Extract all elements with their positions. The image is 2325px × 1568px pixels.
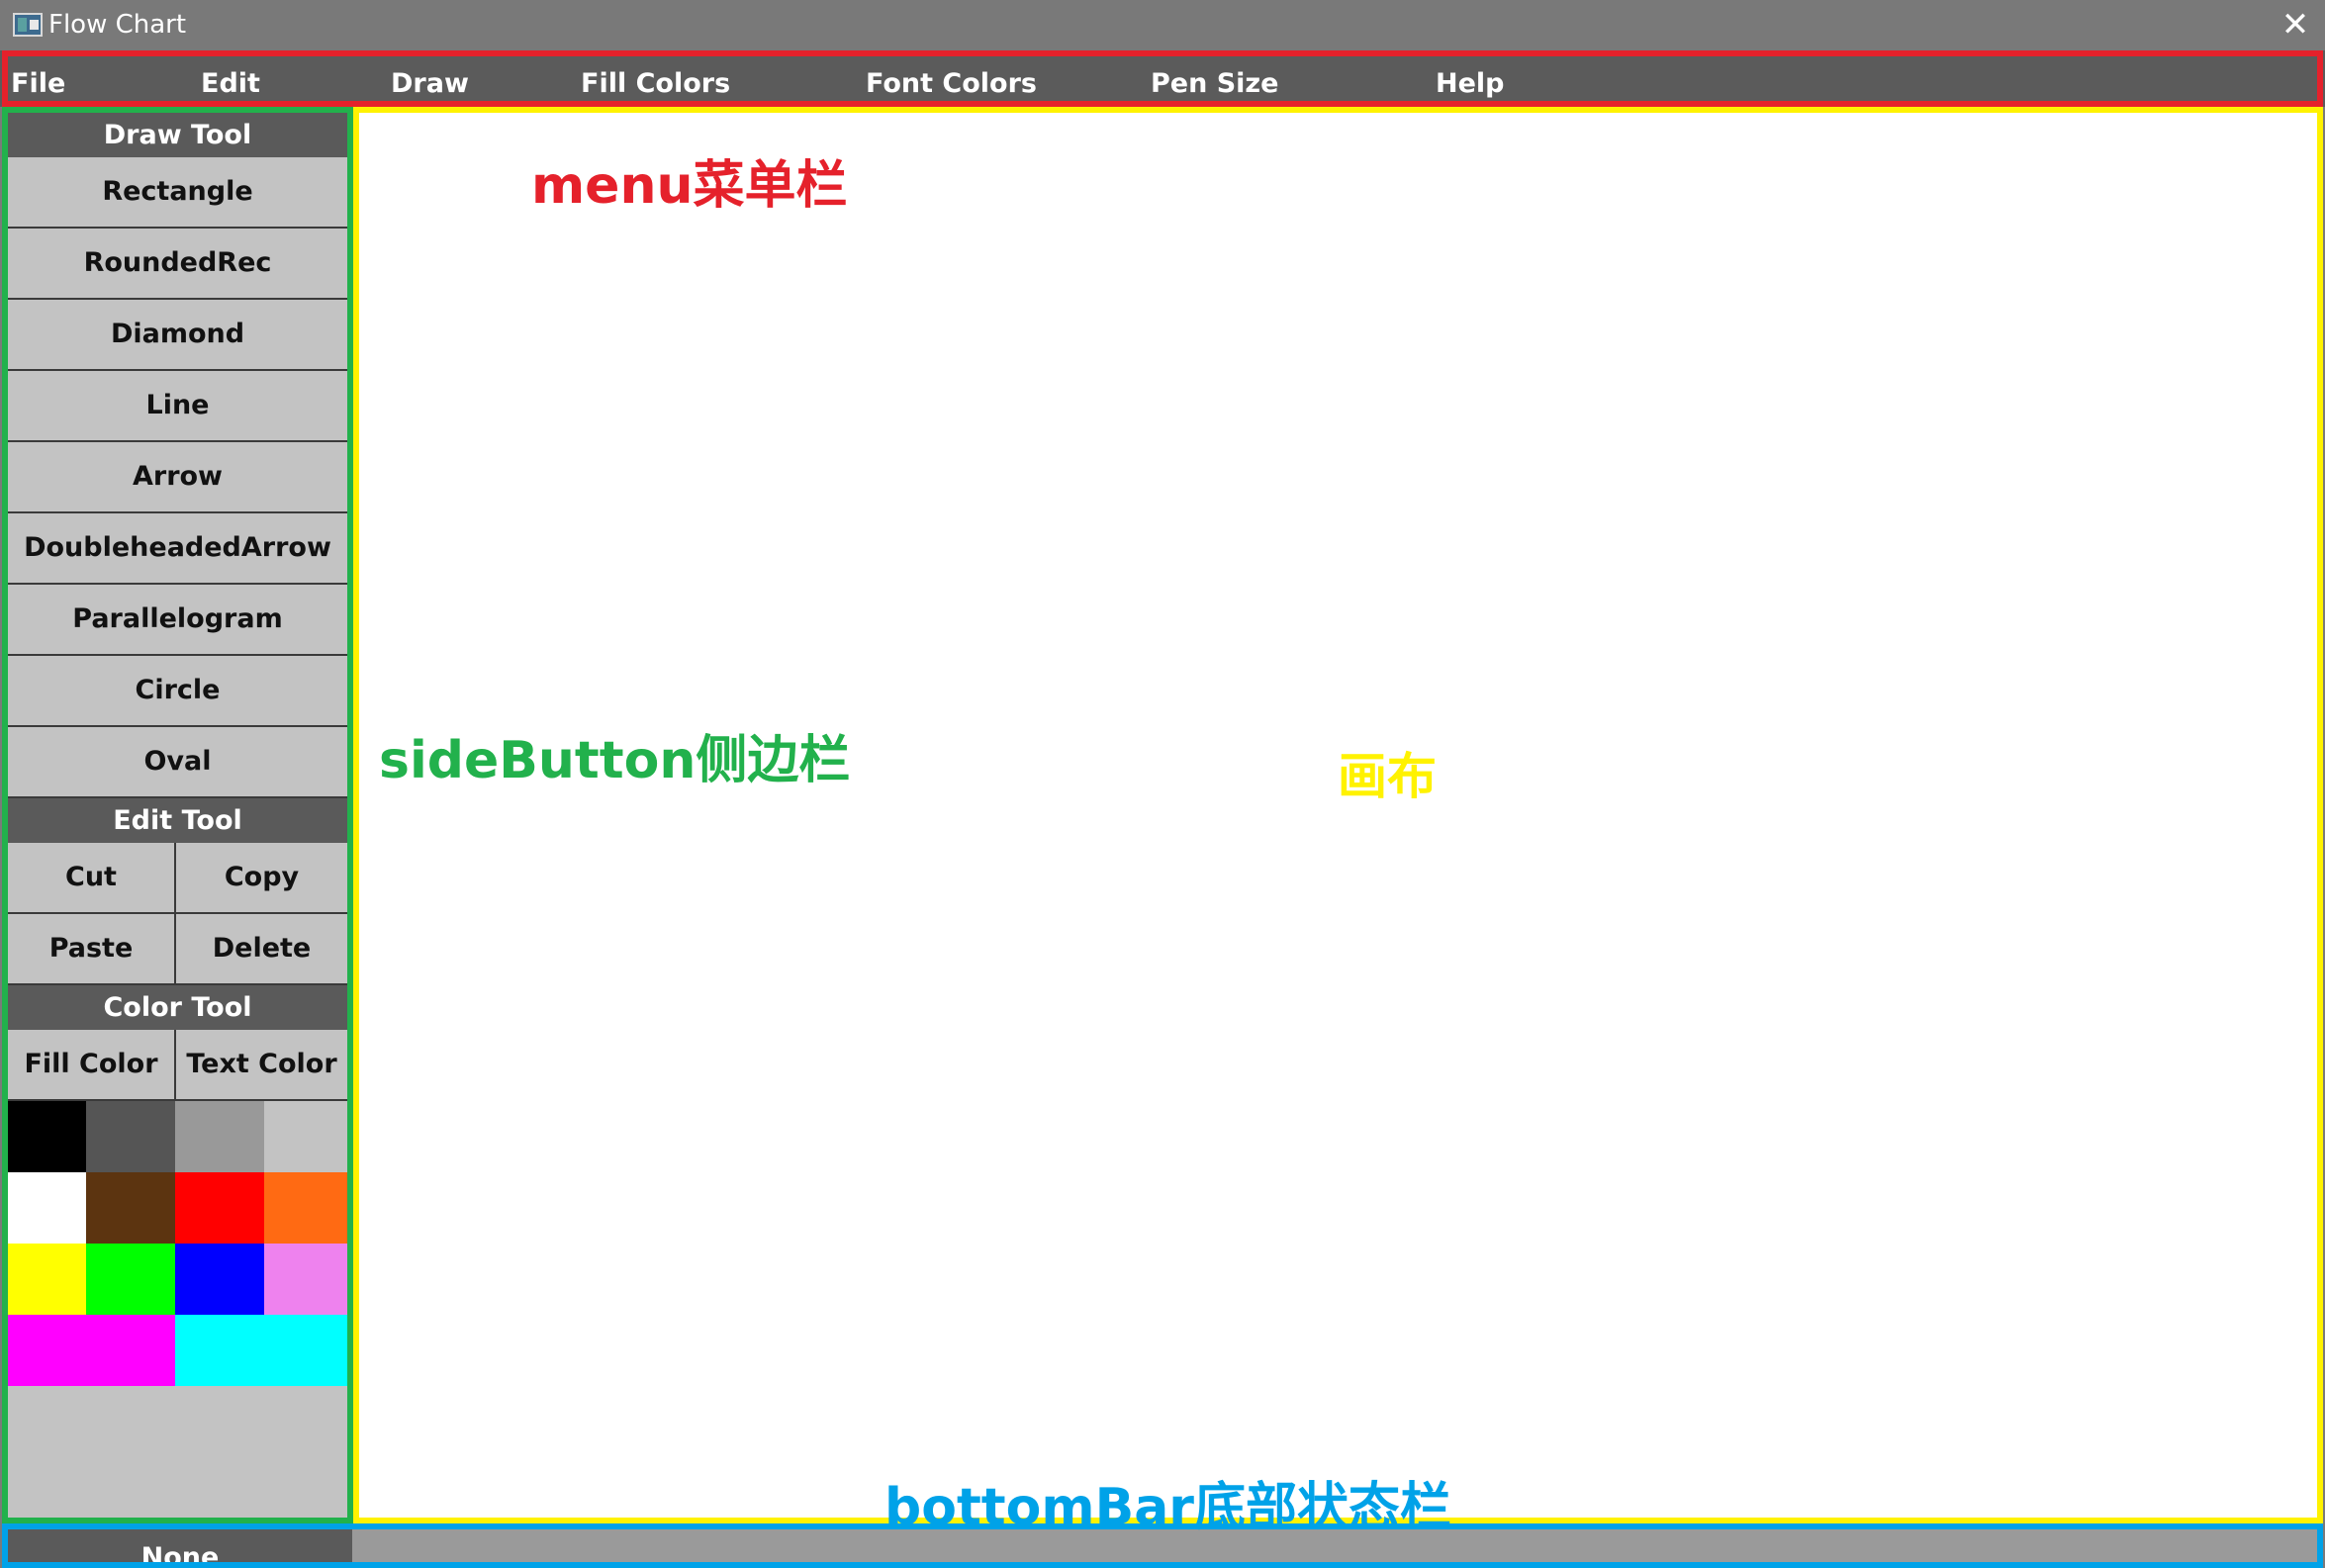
menu-highlight-frame <box>2 50 2323 107</box>
title-bar <box>0 0 2325 50</box>
sidebar-annotation: sideButton侧边栏 <box>379 731 851 790</box>
canvas-annotation: 画布 <box>1338 748 1437 805</box>
window-title: Flow Chart <box>48 10 187 40</box>
menu-annotation: menu菜单栏 <box>531 156 848 216</box>
sidebar-highlight-frame <box>2 107 353 1523</box>
bottombar-annotation: bottomBar底部状态栏 <box>884 1478 1451 1537</box>
canvas-highlight-frame <box>353 107 2323 1523</box>
close-icon[interactable]: ✕ <box>2276 5 2315 45</box>
app-window-icon <box>13 13 43 37</box>
